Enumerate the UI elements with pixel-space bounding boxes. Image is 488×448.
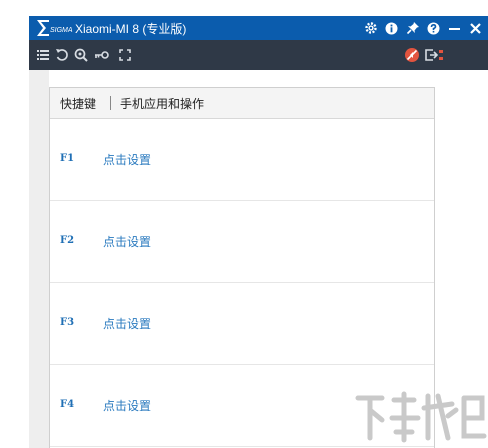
minimize-icon[interactable] [444, 16, 465, 40]
tab-shortcuts[interactable]: 快捷键 [60, 95, 96, 112]
shortcut-key: F3 [60, 317, 75, 328]
sigma-logo: SIGMA [37, 20, 73, 36]
watermark-graphic [355, 391, 487, 443]
set-shortcut-link[interactable]: 点击设置 [103, 397, 151, 414]
title-bar: SIGMA Xiaomi-MI 8 (专业版) [29, 16, 488, 40]
tab-phone-apps[interactable]: 手机应用和操作 [120, 95, 204, 112]
shortcut-key: F2 [60, 235, 75, 246]
logo-text: SIGMA [50, 27, 73, 34]
gear-icon[interactable] [360, 16, 381, 40]
toolbar [29, 40, 488, 70]
set-shortcut-link[interactable]: 点击设置 [103, 151, 151, 168]
shortcut-row: F2 点击设置 [50, 201, 434, 283]
pin-icon[interactable] [402, 16, 423, 40]
set-shortcut-link[interactable]: 点击设置 [103, 233, 151, 250]
panel-gutter [29, 70, 49, 448]
zoom-icon[interactable] [73, 47, 89, 63]
shortcut-key: F1 [60, 153, 75, 164]
shortcut-row: F3 点击设置 [50, 283, 434, 365]
window-controls [360, 16, 486, 40]
shortcut-row: F1 点击设置 [50, 119, 434, 201]
key-icon[interactable] [94, 47, 110, 63]
fullscreen-icon[interactable] [117, 47, 133, 63]
no-sound-icon[interactable] [404, 47, 420, 63]
app-title: Xiaomi-MI 8 (专业版) [75, 22, 187, 36]
close-icon[interactable] [465, 16, 486, 40]
exit-icon[interactable] [423, 47, 439, 63]
tab-separator [110, 96, 111, 110]
refresh-icon[interactable] [54, 47, 70, 63]
info-icon[interactable] [381, 16, 402, 40]
list-icon[interactable] [35, 47, 51, 63]
set-shortcut-link[interactable]: 点击设置 [103, 315, 151, 332]
help-icon[interactable] [423, 16, 444, 40]
overflow-indicator [439, 47, 444, 63]
shortcut-key: F4 [60, 399, 75, 410]
tab-bar: 快捷键 手机应用和操作 [50, 88, 434, 119]
